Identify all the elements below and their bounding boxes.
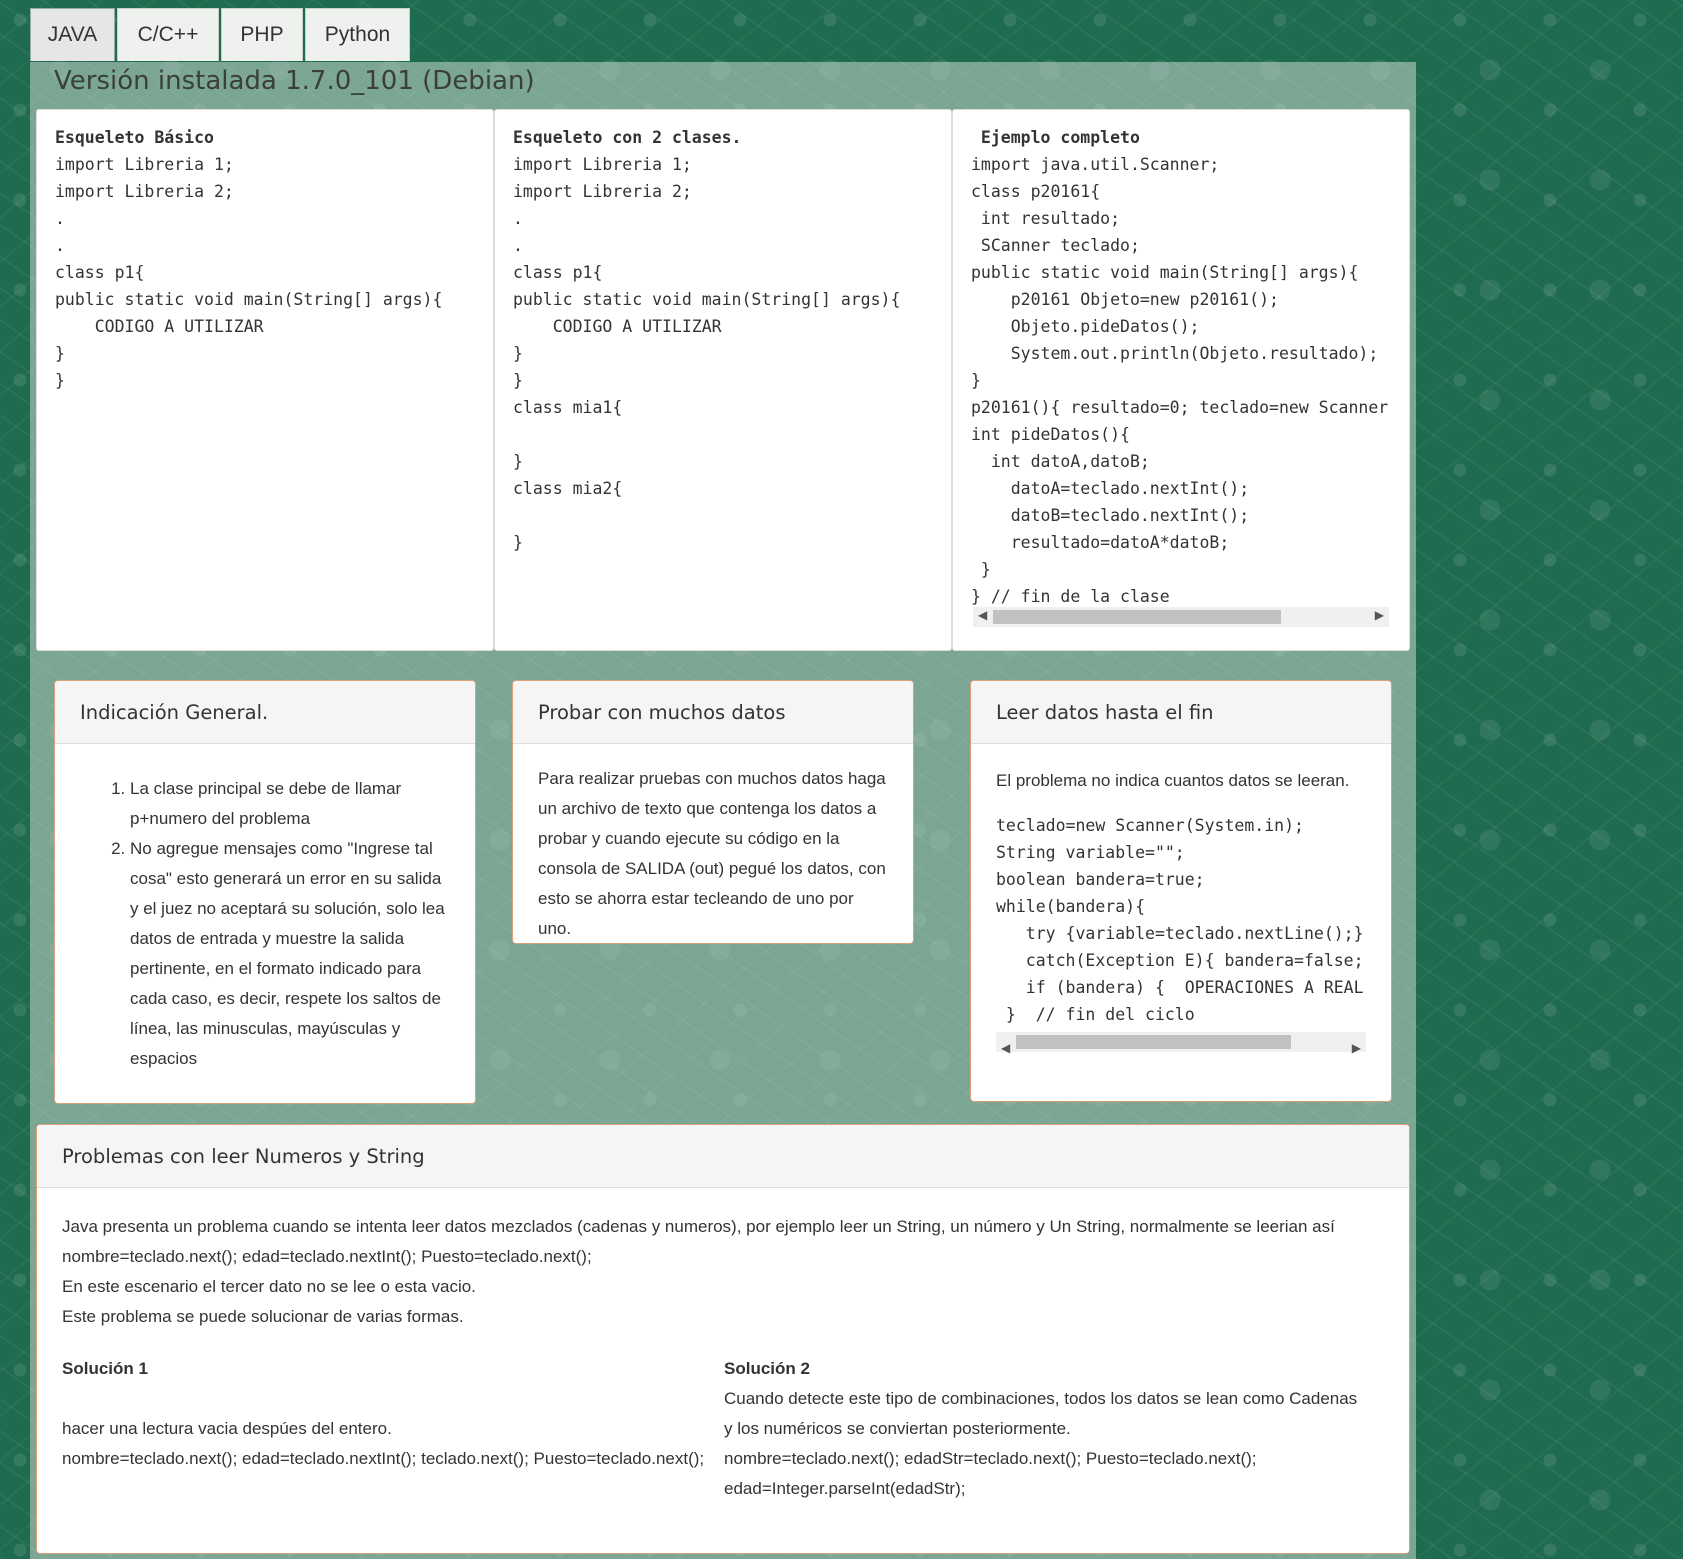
panel-text: El problema no indica cuantos datos se l… [996,771,1350,790]
panel-general-indication: Indicación General. La clase principal s… [54,680,476,1104]
tab-c-cpp[interactable]: C/C++ [117,8,219,61]
panel-test-many-data: Probar con muchos datos Para realizar pr… [512,680,914,944]
paragraph: nombre=teclado.next(); edad=teclado.next… [62,1247,592,1266]
panel-title: Indicación General. [55,681,475,744]
panel-title: Leer datos hasta el fin [971,681,1391,744]
paragraph: Java presenta un problema cuando se inte… [62,1217,1335,1236]
solution-2: Solución 2 Cuando detecte este tipo de c… [724,1354,1364,1504]
scroll-thumb[interactable] [1016,1035,1291,1049]
panel-read-until-end: Leer datos hasta el fin El problema no i… [970,680,1392,1102]
solution-title: Solución 1 [62,1359,148,1378]
installed-version: Versión instalada 1.7.0_101 (Debian) [54,66,535,96]
list-item: La clase principal se debe de llamar p+n… [130,774,450,834]
paragraph: En este escenario el tercer dato no se l… [62,1277,476,1296]
tab-java[interactable]: JAVA [30,8,115,61]
paragraph: Este problema se puede solucionar de var… [62,1307,464,1326]
tab-php[interactable]: PHP [221,8,303,61]
language-tabs: JAVA C/C++ PHP Python [30,8,410,62]
code-title: Esqueleto Básico [55,128,214,147]
code-block: import Libreria 1; import Libreria 2; . … [55,155,443,390]
paragraph: nombre=teclado.next(); edadStr=teclado.n… [724,1449,1257,1468]
code-block: import Libreria 1; import Libreria 2; . … [513,155,901,552]
scroll-right-arrow-icon[interactable]: ▶ [1352,1033,1361,1063]
indication-list: La clase principal se debe de llamar p+n… [80,774,450,1074]
code-basic-skeleton: Esqueleto Básico import Libreria 1; impo… [36,109,494,651]
code-full-example: Ejemplo completo import java.util.Scanne… [952,109,1410,651]
panel-number-string-problems: Problemas con leer Numeros y String Java… [36,1124,1410,1554]
paragraph: hacer una lectura vacia despúes del ente… [62,1419,392,1438]
panel-title: Problemas con leer Numeros y String [37,1125,1409,1188]
code-title: Esqueleto con 2 clases. [513,128,742,147]
scroll-right-arrow-icon[interactable]: ▶ [1375,608,1384,622]
scroll-thumb[interactable] [993,610,1281,624]
code-block: import java.util.Scanner; class p20161{ … [971,155,1389,606]
scroll-left-arrow-icon[interactable]: ◀ [1001,1033,1010,1063]
panel-title: Probar con muchos datos [513,681,913,744]
code-block: teclado=new Scanner(System.in); String v… [996,816,1364,1024]
panel-text: Para realizar pruebas con muchos datos h… [538,769,886,938]
code-two-classes: Esqueleto con 2 clases. import Libreria … [494,109,952,651]
paragraph: Cuando detecte este tipo de combinacione… [724,1389,1358,1438]
tab-python[interactable]: Python [305,8,410,61]
code-title: Ejemplo completo [971,128,1140,147]
list-item: No agregue mensajes como "Ingrese tal co… [130,834,450,1074]
solution-title: Solución 2 [724,1359,810,1378]
solution-1: Solución 1 hacer una lectura vacia despú… [62,1354,724,1504]
scroll-left-arrow-icon[interactable]: ◀ [978,608,987,622]
horizontal-scrollbar[interactable]: ◀ ▶ [973,607,1389,627]
paragraph: nombre=teclado.next(); edad=teclado.next… [62,1449,705,1468]
horizontal-scrollbar[interactable]: ◀ ▶ [996,1032,1366,1055]
paragraph: edad=Integer.parseInt(edadStr); [724,1479,966,1498]
